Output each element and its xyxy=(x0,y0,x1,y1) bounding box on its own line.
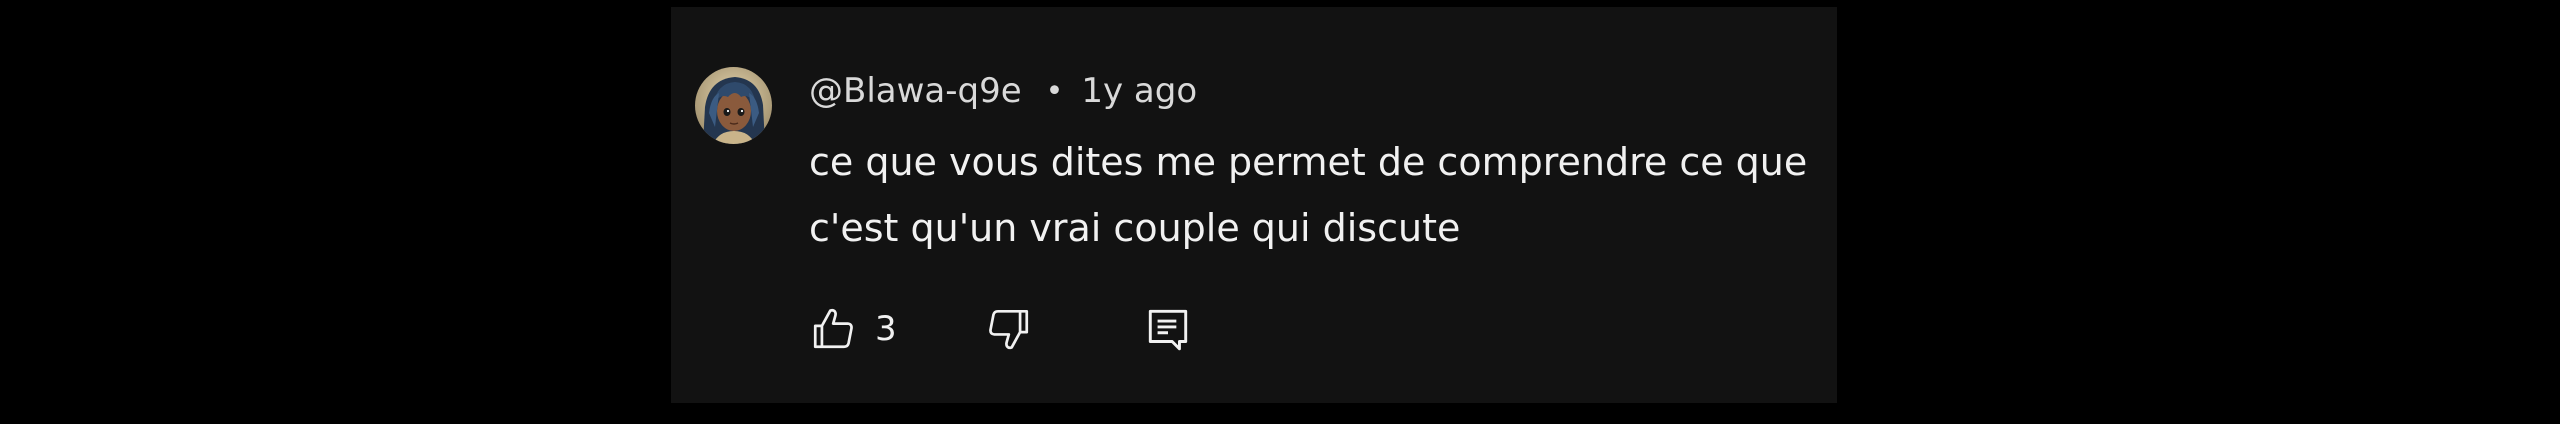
comment-header: @Blawa-q9e • 1y ago xyxy=(809,69,1197,113)
avatar[interactable] xyxy=(695,67,772,144)
thumbs-up-icon xyxy=(813,308,853,349)
comment-text: ce que vous dites me permet de comprendr… xyxy=(809,140,1808,250)
reply-comment-icon xyxy=(1148,309,1188,351)
avatar-image xyxy=(695,67,772,144)
like-count: 3 xyxy=(875,309,897,349)
dislike-button[interactable] xyxy=(983,299,1033,359)
comment-card: @Blawa-q9e • 1y ago ce que vous dites me… xyxy=(671,7,1837,403)
reply-button[interactable] xyxy=(1143,299,1193,359)
author-name[interactable]: @Blawa-q9e xyxy=(809,71,1022,111)
thumbs-down-icon xyxy=(989,309,1029,350)
like-button[interactable]: 3 xyxy=(809,299,897,359)
timestamp[interactable]: 1y ago xyxy=(1081,71,1197,111)
separator-dot: • xyxy=(1045,73,1064,109)
